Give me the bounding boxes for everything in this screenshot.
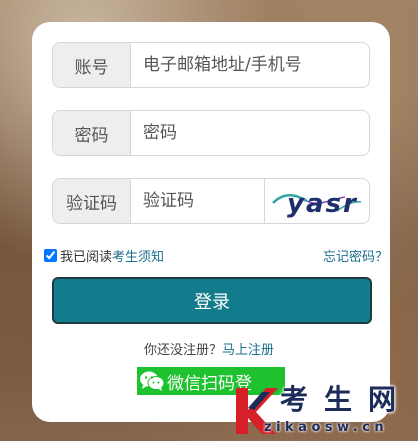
captcha-graphic: yasr: [272, 189, 362, 219]
agree-checkbox[interactable]: [44, 249, 57, 262]
site-watermark: 考生网 zikaosw.cn: [232, 376, 418, 441]
captcha-text: yasr: [287, 189, 358, 219]
watermark-domain: zikaosw.cn: [264, 420, 389, 435]
register-row: 你还没注册？马上注册: [0, 339, 418, 358]
options-row: 我已阅读 考生须知 忘记密码？: [44, 246, 390, 265]
wechat-icon: [137, 367, 167, 395]
account-input[interactable]: [131, 43, 369, 87]
terms-link[interactable]: 考生须知: [112, 246, 164, 265]
password-field: 密码: [52, 110, 370, 156]
captcha-label: 验证码: [53, 179, 131, 223]
agree-terms[interactable]: 我已阅读 考生须知: [44, 246, 164, 265]
account-label: 账号: [53, 43, 131, 87]
watermark-title: 考生网: [280, 383, 413, 416]
password-input[interactable]: [131, 111, 369, 155]
forgot-password-link[interactable]: 忘记密码？: [323, 246, 388, 265]
login-button[interactable]: 登录: [52, 277, 372, 324]
register-prompt: 你还没注册？: [143, 343, 222, 358]
password-label: 密码: [53, 111, 131, 155]
captcha-image[interactable]: yasr: [264, 179, 369, 223]
register-link[interactable]: 马上注册: [222, 343, 274, 358]
agree-prefix: 我已阅读: [60, 250, 113, 265]
captcha-field: 验证码 yasr: [52, 178, 370, 224]
captcha-input[interactable]: [131, 179, 264, 223]
account-field: 账号: [52, 42, 370, 88]
